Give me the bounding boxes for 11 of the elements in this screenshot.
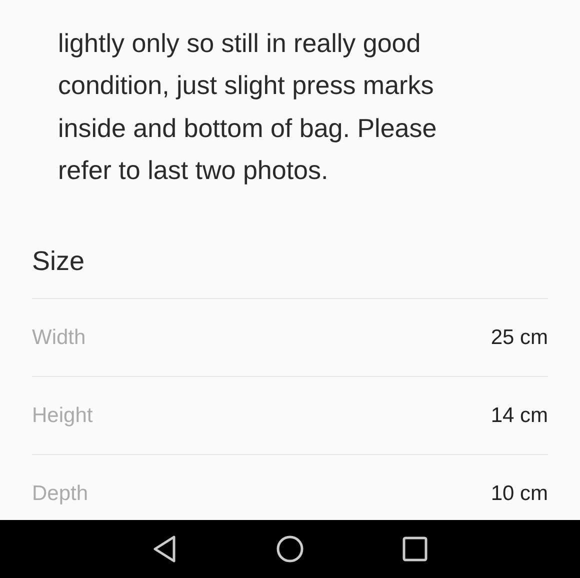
home-icon[interactable] [276,535,304,563]
dimension-label: Width [32,326,86,350]
recent-apps-icon[interactable] [402,536,428,562]
dimension-label: Depth [32,482,88,506]
dimension-value: 14 cm [490,404,548,428]
section-heading: Size [32,244,548,298]
back-icon[interactable] [152,535,178,563]
dimension-label: Height [32,404,93,428]
description-text: lightly only so still in really good condition, just slight press marks inside and bottom of bag. Please refer to last two photos. [58,26,438,187]
dimension-value: 10 cm [490,482,548,506]
dimension-value: 25 cm [490,326,548,350]
